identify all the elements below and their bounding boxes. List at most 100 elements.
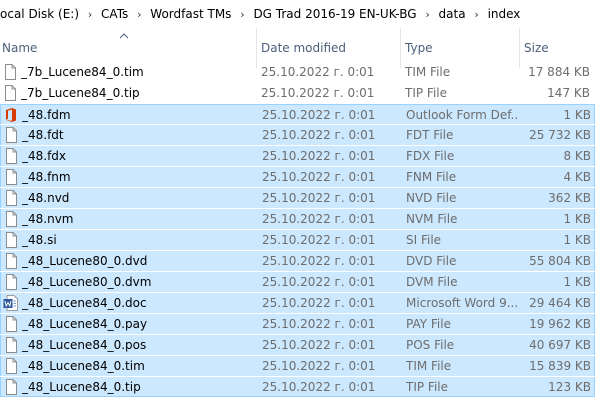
file-name: _48.fdt xyxy=(22,128,64,142)
file-row[interactable]: _48.fdx 25.10.2022 г. 0:01 FDX File 8 KB xyxy=(0,146,595,166)
blank-file-icon xyxy=(2,64,18,80)
file-row[interactable]: _48.nvd 25.10.2022 г. 0:01 NVD File 362 KB xyxy=(0,188,595,208)
file-row[interactable]: _48.fdm 25.10.2022 г. 0:01 Outlook Form De… xyxy=(0,104,595,124)
file-size: 15 839 KB xyxy=(529,359,591,373)
file-date-modified: 25.10.2022 г. 0:01 xyxy=(261,86,375,100)
file-row[interactable]: _48.fnm 25.10.2022 г. 0:01 FNM File 4 KB xyxy=(0,167,595,187)
file-row[interactable]: _48_Lucene80_0.dvm 25.10.2022 г. 0:01 DVM … xyxy=(0,272,595,292)
file-size: 17 884 KB xyxy=(528,65,590,79)
file-type: DVD File xyxy=(406,254,457,268)
file-row[interactable]: _48_Lucene84_0.pos 25.10.2022 г. 0:01 POS … xyxy=(0,335,595,355)
breadcrumb-item[interactable]: index xyxy=(486,7,523,21)
file-name: _48.nvm xyxy=(22,212,74,226)
file-name: _48_Lucene80_0.dvm xyxy=(22,275,152,289)
file-type: NVD File xyxy=(406,191,457,205)
blank-file-icon xyxy=(3,127,19,143)
chevron-right-icon[interactable]: › xyxy=(419,8,437,21)
blank-file-icon xyxy=(3,190,19,206)
file-row[interactable]: _48.fdt 25.10.2022 г. 0:01 FDT File 25 732 … xyxy=(0,125,595,145)
breadcrumb-item[interactable]: Wordfast TMs xyxy=(148,7,233,21)
chevron-right-icon[interactable]: › xyxy=(233,8,251,21)
file-type: Microsoft Word 9... xyxy=(406,296,518,310)
chevron-right-icon[interactable]: › xyxy=(81,8,99,21)
blank-file-icon xyxy=(2,85,18,101)
file-date-modified: 25.10.2022 г. 0:01 xyxy=(262,254,376,268)
file-size: 29 464 KB xyxy=(529,296,591,310)
file-row[interactable]: _48_Lucene84_0.tip 25.10.2022 г. 0:01 TIP … xyxy=(0,377,595,397)
file-size: 8 KB xyxy=(563,149,591,163)
file-date-modified: 25.10.2022 г. 0:01 xyxy=(262,128,376,142)
blank-file-icon xyxy=(3,169,19,185)
file-row[interactable]: _48_Lucene84_0.doc 25.10.2022 г. 0:01 Micr… xyxy=(0,293,595,313)
file-name: _48_Lucene84_0.tip xyxy=(22,380,141,394)
file-date-modified: 25.10.2022 г. 0:01 xyxy=(261,65,375,79)
file-type: TIM File xyxy=(405,65,451,79)
file-size: 4 KB xyxy=(563,170,591,184)
file-type: FDX File xyxy=(406,149,455,163)
file-row[interactable]: _48_Lucene80_0.dvd 25.10.2022 г. 0:01 DVD … xyxy=(0,251,595,271)
file-row[interactable]: _48.si 25.10.2022 г. 0:01 SI File 1 KB xyxy=(0,230,595,250)
blank-file-icon xyxy=(3,253,19,269)
blank-file-icon xyxy=(3,358,19,374)
blank-file-icon xyxy=(3,232,19,248)
file-name: _48.fdm xyxy=(22,108,71,122)
file-type: FNM File xyxy=(406,170,457,184)
file-date-modified: 25.10.2022 г. 0:01 xyxy=(262,108,376,122)
file-row[interactable]: _48_Lucene84_0.tim 25.10.2022 г. 0:01 TIM … xyxy=(0,356,595,376)
blank-file-icon xyxy=(3,316,19,332)
file-date-modified: 25.10.2022 г. 0:01 xyxy=(262,296,376,310)
file-type: POS File xyxy=(406,338,455,352)
file-type: TIP File xyxy=(406,380,448,394)
blank-file-icon xyxy=(3,337,19,353)
file-size: 40 697 KB xyxy=(529,338,591,352)
file-size: 362 KB xyxy=(548,191,591,205)
blank-file-icon xyxy=(3,148,19,164)
chevron-right-icon[interactable]: › xyxy=(130,8,148,21)
word-doc-icon xyxy=(3,295,19,311)
file-name: _48.si xyxy=(22,233,57,247)
file-size: 25 732 KB xyxy=(529,128,591,142)
file-name: _48_Lucene84_0.tim xyxy=(22,359,145,373)
file-size: 1 KB xyxy=(563,233,591,247)
file-size: 1 KB xyxy=(563,108,591,122)
breadcrumb-item[interactable]: data xyxy=(437,7,468,21)
file-row[interactable]: _48.nvm 25.10.2022 г. 0:01 NVM File 1 KB xyxy=(0,209,595,229)
file-date-modified: 25.10.2022 г. 0:01 xyxy=(262,380,376,394)
file-name: _7b_Lucene84_0.tip xyxy=(21,86,140,100)
file-size: 19 962 KB xyxy=(529,317,591,331)
file-date-modified: 25.10.2022 г. 0:01 xyxy=(262,338,376,352)
file-name: _48_Lucene84_0.pay xyxy=(22,317,148,331)
file-size: 123 KB xyxy=(548,380,591,394)
file-type: TIP File xyxy=(405,86,447,100)
file-row[interactable]: _7b_Lucene84_0.tip 25.10.2022 г. 0:01 TIP … xyxy=(0,83,595,103)
file-name: _7b_Lucene84_0.tim xyxy=(21,65,144,79)
file-size: 55 804 KB xyxy=(529,254,591,268)
file-name: _48.fdx xyxy=(22,149,67,163)
chevron-right-icon[interactable]: › xyxy=(468,8,486,21)
file-date-modified: 25.10.2022 г. 0:01 xyxy=(262,191,376,205)
file-date-modified: 25.10.2022 г. 0:01 xyxy=(262,212,376,226)
file-type: SI File xyxy=(406,233,442,247)
file-name: _48_Lucene84_0.doc xyxy=(22,296,147,310)
file-type: NVM File xyxy=(406,212,458,226)
file-date-modified: 25.10.2022 г. 0:01 xyxy=(262,275,376,289)
breadcrumb-item[interactable]: CATs xyxy=(99,7,130,21)
breadcrumb-item[interactable]: DG Trad 2016-19 EN-UK-BG xyxy=(251,7,418,21)
file-name: _48.nvd xyxy=(22,191,70,205)
breadcrumb-item[interactable]: ocal Disk (E:) xyxy=(0,7,81,21)
file-row[interactable]: _7b_Lucene84_0.tim 25.10.2022 г. 0:01 TIM … xyxy=(0,62,595,82)
file-size: 1 KB xyxy=(563,212,591,226)
file-date-modified: 25.10.2022 г. 0:01 xyxy=(262,149,376,163)
breadcrumb: ocal Disk (E:) › CATs › Wordfast TMs › DG Trad… xyxy=(0,0,601,28)
file-date-modified: 25.10.2022 г. 0:01 xyxy=(262,317,376,331)
file-type: DVM File xyxy=(406,275,458,289)
blank-file-icon xyxy=(3,274,19,290)
file-type: Outlook Form Def... xyxy=(406,108,518,122)
file-date-modified: 25.10.2022 г. 0:01 xyxy=(262,233,376,247)
file-type: TIM File xyxy=(406,359,452,373)
file-row[interactable]: _48_Lucene84_0.pay 25.10.2022 г. 0:01 PAY … xyxy=(0,314,595,334)
blank-file-icon xyxy=(3,211,19,227)
file-date-modified: 25.10.2022 г. 0:01 xyxy=(262,359,376,373)
file-name: _48_Lucene84_0.pos xyxy=(22,338,147,352)
blank-file-icon xyxy=(3,379,19,395)
